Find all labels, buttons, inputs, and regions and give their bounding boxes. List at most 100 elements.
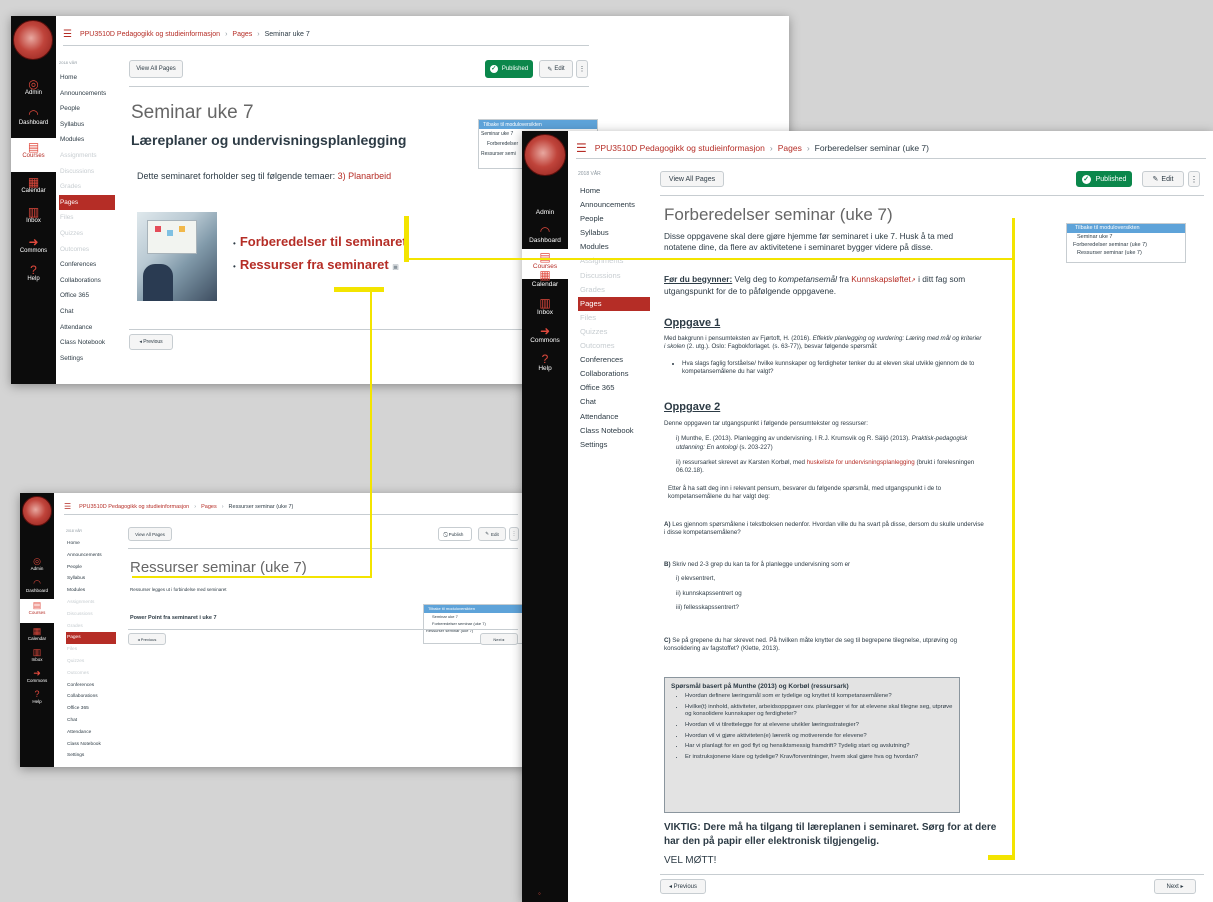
previous-button[interactable]: ◂ Previous <box>129 334 173 350</box>
course-nav-item-quizzes[interactable]: Quizzes <box>66 656 116 668</box>
course-nav-item-attendance[interactable]: Attendance <box>59 320 115 336</box>
edit-button[interactable]: ✎ Edit <box>478 527 506 541</box>
nav-calendar[interactable]: ▦ Calendar <box>11 176 56 194</box>
course-nav-item-settings[interactable]: Settings <box>578 438 650 452</box>
course-nav-item-conferences[interactable]: Conferences <box>59 257 115 273</box>
course-nav-item-outcomes[interactable]: Outcomes <box>59 242 115 258</box>
course-nav-item-assignments[interactable]: Assignments <box>578 254 650 268</box>
hamburger-icon[interactable]: ☰ <box>64 502 71 511</box>
course-nav-item-discussions[interactable]: Discussions <box>578 269 650 283</box>
nav-inbox[interactable]: ▥ Inbox <box>11 206 56 224</box>
course-nav-item-collaborations[interactable]: Collaborations <box>59 273 115 289</box>
course-nav-item-modules[interactable]: Modules <box>578 240 650 254</box>
crumb-pages[interactable]: Pages <box>232 31 252 38</box>
course-nav-item-pages[interactable]: Pages <box>59 194 115 211</box>
course-nav-item-office-365[interactable]: Office 365 <box>66 703 116 715</box>
nav-inbox[interactable]: ▥ Inbox <box>20 648 54 663</box>
course-nav-item-grades[interactable]: Grades <box>66 621 116 633</box>
view-all-pages-button[interactable]: View All Pages <box>660 171 724 187</box>
module-nav-item[interactable]: Seminar uke 7 <box>1067 233 1185 241</box>
edit-button[interactable]: ✎ Edit <box>539 60 573 78</box>
power-point-link[interactable]: Power Point fra seminaret i uke 7 <box>130 615 217 621</box>
crumb-course[interactable]: PPU3510D Pedagogikk og studieinformasjon <box>80 31 220 38</box>
view-all-pages-button[interactable]: View All Pages <box>129 60 183 78</box>
nav-dashboard[interactable]: ◠ Dashboard <box>11 108 56 126</box>
nav-dashboard[interactable]: ◠ Dashboard <box>20 579 54 594</box>
crumb-pages[interactable]: Pages <box>201 504 217 510</box>
course-nav-item-collaborations[interactable]: Collaborations <box>66 691 116 703</box>
course-nav-item-office-365[interactable]: Office 365 <box>578 381 650 395</box>
course-nav-item-announcements[interactable]: Announcements <box>59 86 115 102</box>
published-button[interactable]: ✓ Published <box>1076 171 1132 187</box>
edit-button[interactable]: ✎ Edit <box>1142 171 1184 187</box>
nav-commons[interactable]: ➜ Commons <box>20 669 54 684</box>
university-logo[interactable] <box>22 496 52 526</box>
course-nav-item-collaborations[interactable]: Collaborations <box>578 367 650 381</box>
forberedelser-link[interactable]: Forberedelser til seminaret <box>240 234 407 249</box>
module-nav-item[interactable]: Seminar uke 7 <box>424 613 522 620</box>
nav-calendar[interactable]: ▦ Calendar <box>20 627 54 642</box>
university-logo[interactable] <box>524 134 566 176</box>
course-nav-item-settings[interactable]: Settings <box>59 351 115 367</box>
published-button[interactable]: ✓ Published <box>485 60 533 78</box>
course-nav-item-files[interactable]: Files <box>59 210 115 226</box>
module-nav-header[interactable]: Tilbake til moduloversikten <box>1067 224 1185 233</box>
course-nav-item-discussions[interactable]: Discussions <box>59 164 115 180</box>
nav-courses[interactable]: ▤ Courses <box>11 138 56 172</box>
publish-button[interactable]: ⃠Publish <box>438 527 472 541</box>
huskeliste-link[interactable]: huskeliste for undervisningsplanlegging <box>807 459 915 466</box>
course-nav-item-files[interactable]: Files <box>578 311 650 325</box>
course-nav-item-assignments[interactable]: Assignments <box>66 597 116 609</box>
nav-courses[interactable]: ▤ Courses <box>20 599 54 623</box>
module-nav-item[interactable]: Forberedelser seminar (uke 7) <box>1067 241 1185 249</box>
course-nav-item-syllabus[interactable]: Syllabus <box>66 573 116 585</box>
module-nav-header[interactable]: Tilbake til moduloversikten <box>479 120 597 129</box>
more-options-button[interactable]: ⋮ <box>509 527 519 541</box>
course-nav-item-chat[interactable]: Chat <box>66 715 116 727</box>
course-nav-item-home[interactable]: Home <box>66 538 116 550</box>
hamburger-icon[interactable]: ☰ <box>576 141 587 155</box>
module-nav-header[interactable]: Tilbake til moduloversikten <box>424 605 522 613</box>
view-all-pages-button[interactable]: View All Pages <box>128 527 172 541</box>
course-nav-item-announcements[interactable]: Announcements <box>66 550 116 562</box>
hamburger-icon[interactable]: ☰ <box>63 29 72 40</box>
nav-commons[interactable]: ➜ Commons <box>11 236 56 254</box>
course-nav-item-files[interactable]: Files <box>66 644 116 656</box>
course-nav-item-office-365[interactable]: Office 365 <box>59 288 115 304</box>
course-nav-item-class-notebook[interactable]: Class Notebook <box>66 739 116 751</box>
course-nav-item-grades[interactable]: Grades <box>59 179 115 195</box>
course-nav-item-pages[interactable]: Pages <box>66 632 116 645</box>
nav-help[interactable]: ? Help <box>522 353 568 372</box>
ressurser-link[interactable]: Ressurser fra seminaret <box>240 257 389 272</box>
course-nav-item-outcomes[interactable]: Outcomes <box>578 339 650 353</box>
course-nav-item-people[interactable]: People <box>578 212 650 226</box>
planarbeid-link[interactable]: 3) Planarbeid <box>338 171 392 181</box>
course-nav-item-syllabus[interactable]: Syllabus <box>59 117 115 133</box>
course-nav-item-attendance[interactable]: Attendance <box>578 410 650 424</box>
module-nav-item[interactable]: Ressurser seminar (uke 7) <box>1067 249 1185 257</box>
nav-admin[interactable]: Admin <box>522 209 568 216</box>
nav-commons[interactable]: ➜ Commons <box>522 325 568 344</box>
nav-inbox[interactable]: ▥ Inbox <box>522 297 568 316</box>
more-options-button[interactable]: ⋮ <box>1188 171 1200 187</box>
more-options-button[interactable]: ⋮ <box>576 60 588 78</box>
course-nav-item-class-notebook[interactable]: Class Notebook <box>59 335 115 351</box>
course-nav-item-conferences[interactable]: Conferences <box>578 353 650 367</box>
next-button[interactable]: Next ▸ <box>480 633 518 645</box>
course-nav-item-chat[interactable]: Chat <box>59 304 115 320</box>
course-nav-item-pages[interactable]: Pages <box>578 296 650 311</box>
course-nav-item-people[interactable]: People <box>59 101 115 117</box>
crumb-course[interactable]: PPU3510D Pedagogikk og studieinformasjon <box>595 143 765 153</box>
crumb-course[interactable]: PPU3510D Pedagogikk og studieinformasjon <box>79 504 189 510</box>
previous-button[interactable]: ◂ Previous <box>660 879 706 894</box>
course-nav-item-attendance[interactable]: Attendance <box>66 727 116 739</box>
nav-calendar[interactable]: ▦ Calendar <box>522 269 568 288</box>
course-nav-item-syllabus[interactable]: Syllabus <box>578 226 650 240</box>
course-nav-item-conferences[interactable]: Conferences <box>66 680 116 692</box>
previous-button[interactable]: ◂ Previous <box>128 633 166 645</box>
kunnskapsloftet-link[interactable]: Kunnskapsløftet <box>851 274 911 284</box>
course-nav-item-assignments[interactable]: Assignments <box>59 148 115 164</box>
course-nav-item-modules[interactable]: Modules <box>59 132 115 148</box>
course-nav-item-chat[interactable]: Chat <box>578 395 650 409</box>
nav-help[interactable]: ? Help <box>11 264 56 282</box>
